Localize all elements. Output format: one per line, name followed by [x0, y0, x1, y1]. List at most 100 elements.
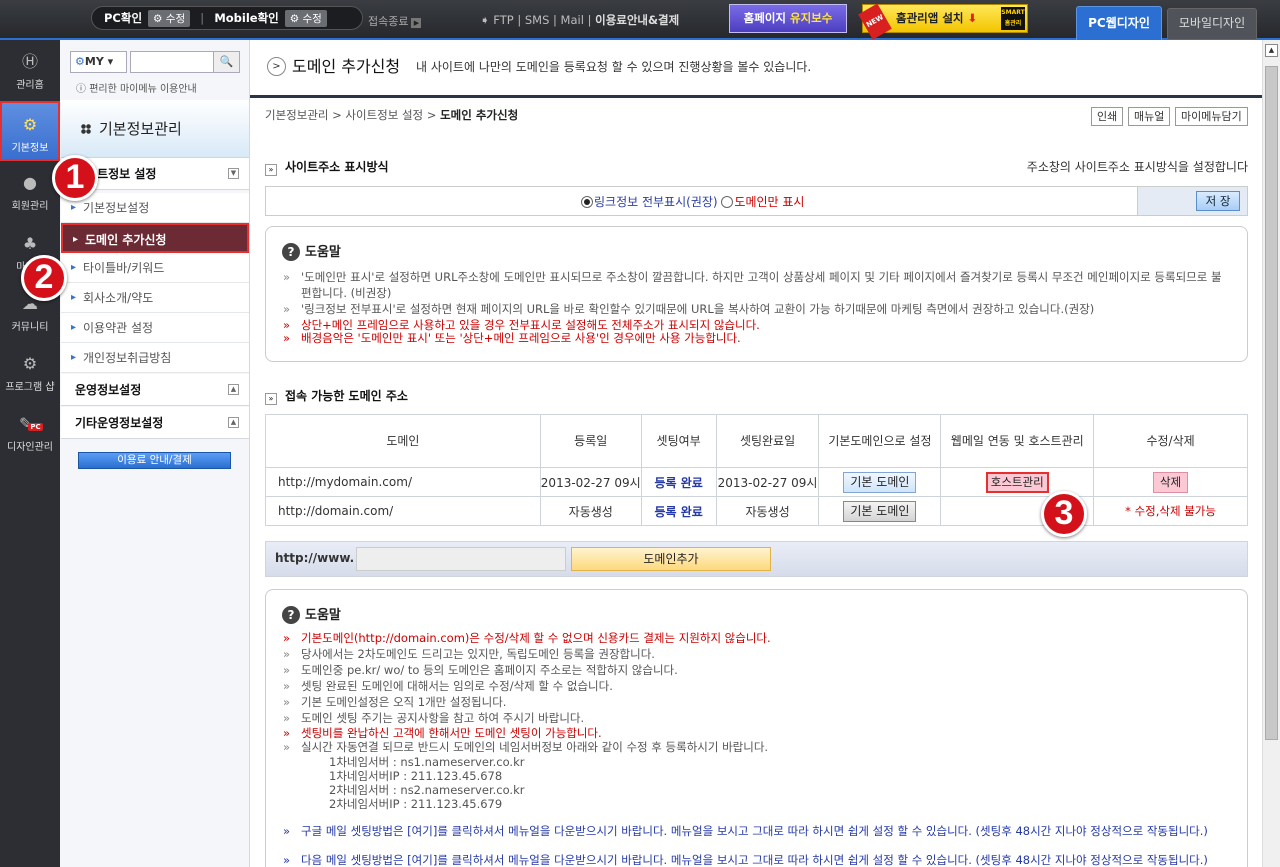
smart-logo: SMART 홈관리: [1001, 7, 1025, 30]
section-label: 접속 가능한 도메인 주소: [285, 389, 408, 403]
submenu-item-privacy[interactable]: 개인정보취급방침: [61, 343, 249, 373]
help-line: » 도메인 셋팅 주기는 공지사항을 참고 하여 주시기 바랍니다.: [283, 710, 1228, 726]
mobile-confirm-link[interactable]: Mobile확인: [214, 10, 278, 26]
my-menu-select[interactable]: ⚙MY ▾: [70, 51, 127, 73]
nav-label: 관리홈: [16, 80, 44, 91]
tab-mobile-design[interactable]: 모바일디자인: [1167, 8, 1257, 39]
my-menu-info[interactable]: ⓘ 편리한 마이메뉴 이용안내: [76, 80, 197, 95]
chevron-up-icon[interactable]: ▲: [228, 384, 239, 395]
set-default-button[interactable]: 기본 도메인: [843, 471, 917, 493]
set-default-button[interactable]: 기본 도메인: [843, 500, 917, 522]
top-links-label[interactable]: FTP | SMS | Mail: [493, 13, 584, 27]
maintenance-label: 홈페이지: [743, 11, 786, 25]
add-domain-button[interactable]: 도메인추가: [571, 547, 771, 571]
pc-edit-button[interactable]: ⚙ 수정: [148, 9, 191, 27]
nav-label: 기본정보: [11, 143, 49, 154]
delete-button[interactable]: 삭제: [1152, 471, 1189, 493]
radio-domain-only[interactable]: [721, 196, 734, 208]
submenu-item-company[interactable]: 회사소개/약도: [61, 283, 249, 313]
group-operation[interactable]: 운영정보설정 ▲: [61, 374, 249, 406]
save-button[interactable]: 저 장: [1196, 191, 1240, 211]
scroll-thumb[interactable]: [1265, 66, 1278, 740]
page-title: 도메인 추가신청: [292, 57, 401, 76]
maintenance-highlight: 유지보수: [790, 11, 833, 25]
mobile-edit-button[interactable]: ⚙ 수정: [284, 9, 327, 27]
done-date-cell: 2013-02-27 09시: [715, 467, 820, 497]
col-done-date: 셋팅완료일: [715, 414, 820, 468]
fee-payment-button[interactable]: 이용료 안내/결제: [78, 452, 231, 469]
pc-badge: PC: [28, 423, 43, 431]
gear-icon: ⚙: [75, 55, 85, 68]
gear-icon: ⚙: [153, 12, 163, 25]
submenu-item-basic[interactable]: 기본정보설정: [61, 193, 249, 223]
search-icon[interactable]: 🔍: [213, 52, 239, 72]
help-text[interactable]: 다음 메일 셋팅방법은 [여기]를 클릭하셔서 메뉴얼을 다운받으시기 바랍니다…: [301, 852, 1228, 867]
no-edit-note: * 수정,삭제 불가능: [1125, 504, 1216, 518]
save-area: 저 장: [1137, 187, 1247, 215]
col-host: 웹메일 연동 및 호스트관리: [940, 414, 1095, 468]
help-text[interactable]: 구글 메일 셋팅방법은 [여기]를 클릭하셔서 메뉴얼을 다운받으시기 바랍니다…: [301, 823, 1228, 839]
bullet-icon: »: [283, 711, 291, 725]
domain-cell: http://mydomain.com/: [265, 467, 541, 497]
col-edit: 수정/삭제: [1093, 414, 1248, 468]
nav-design[interactable]: ✎PC 디자인관리: [0, 402, 60, 462]
help-text: 셋팅 완료된 도메인에 대해서는 임의로 수정/삭제 할 수 없습니다.: [301, 679, 613, 693]
chevron-up-icon[interactable]: ▲: [228, 417, 239, 428]
bullet-icon: »: [283, 331, 291, 345]
help-text: '도메인만 표시'로 설정하면 URL주소창에 도메인만 표시되므로 주소창이 …: [301, 270, 1222, 300]
pc-confirm-link[interactable]: PC확인: [104, 10, 142, 26]
nav-basic-info[interactable]: ⚙ 기본정보: [0, 101, 60, 161]
help-box-display: ? 도움말 » '도메인만 표시'로 설정하면 URL주소창에 도메인만 표시되므로…: [265, 226, 1248, 362]
nav-program-shop[interactable]: ⚙ 프로그램 샵: [0, 342, 60, 402]
scrollbar[interactable]: ▲ ▼: [1262, 40, 1280, 867]
status-cell: 등록 완료: [640, 467, 717, 497]
nav-home[interactable]: Ⓗ 관리홈: [0, 40, 60, 100]
add-mymenu-button[interactable]: 마이메뉴담기: [1175, 107, 1248, 126]
radio-full-link[interactable]: [581, 196, 593, 208]
submenu-item-title[interactable]: 타이틀바/키워드: [61, 253, 249, 283]
host-manage-button[interactable]: 호스트관리: [985, 471, 1049, 493]
help-title-label: 도움말: [305, 608, 341, 623]
display-option-box: 링크정보 전부표시(권장) 도메인만 표시 저 장: [265, 186, 1248, 216]
section-label: 사이트주소 표시방식: [285, 160, 389, 174]
display-note: 주소창의 사이트주소 표시방식을 설정합니다: [1026, 160, 1248, 174]
help-line: » 당사에서는 2차도메인도 드리고는 있지만, 독립도메인 등록을 권장합니다.: [283, 646, 1228, 662]
download-arrow-icon: ⬇: [967, 11, 978, 25]
app-install-label: 홈관리앱 설치: [896, 11, 964, 25]
help-line-daum[interactable]: » 다음 메일 셋팅방법은 [여기]를 클릭하셔서 메뉴얼을 다운받으시기 바랍니…: [283, 852, 1228, 867]
my-search-input[interactable]: 🔍: [130, 51, 240, 73]
table-header-row: 도메인 등록일 셋팅여부 셋팅완료일 기본도메인으로 설정 웹메일 연동 및 호…: [265, 414, 1248, 468]
nav-members[interactable]: ● 회원관리: [0, 161, 60, 221]
radio-domain-only-label[interactable]: 도메인만 표시: [734, 195, 804, 209]
help-line: » 배경음악은 '도메인만 표시' 또는 '상단+메인 프레임으로 사용'인 경우…: [283, 330, 1228, 346]
my-info-label: 편리한 마이메뉴 이용안내: [89, 84, 197, 95]
logout-link[interactable]: 접속종료 ▶: [368, 13, 422, 29]
help-title: ? 도움말: [282, 241, 341, 261]
group-etc[interactable]: 기타운영정보설정 ▲: [61, 407, 249, 439]
section-display-title: » 사이트주소 표시방식: [265, 158, 389, 176]
scroll-up-icon[interactable]: ▲: [1265, 44, 1278, 57]
nameserver-line: 2차네임서버IP : 211.123.45.679: [329, 797, 503, 811]
chevron-down-icon[interactable]: ▼: [228, 168, 239, 179]
top-links[interactable]: ➧ FTP | SMS | Mail | 이용료안내&결제: [480, 12, 679, 28]
fee-link[interactable]: 이용료안내&결제: [595, 13, 679, 27]
domain-input[interactable]: [356, 547, 566, 571]
app-install-button[interactable]: NEW 홈관리앱 설치 ⬇ SMART 홈관리: [858, 3, 1028, 40]
submenu-title: 기본정보관리: [61, 100, 249, 158]
edit-cell: * 수정,삭제 불가능: [1093, 496, 1248, 526]
help-text: 기본도메인(http://domain.com)은 수정/삭제 할 수 없으며 …: [301, 631, 771, 645]
manual-button[interactable]: 매뉴얼: [1128, 107, 1171, 126]
help-title-label: 도움말: [305, 245, 341, 260]
breadcrumb-path: 기본정보관리 > 사이트정보 설정 >: [265, 108, 441, 122]
print-button[interactable]: 인쇄: [1091, 107, 1124, 126]
help-box-domain: ? 도움말 » 기본도메인(http://domain.com)은 수정/삭제 할 …: [265, 589, 1248, 867]
maintenance-button[interactable]: 홈페이지 유지보수: [729, 4, 847, 33]
tab-pc-design[interactable]: PC웹디자인: [1076, 6, 1162, 40]
help-line: » '도메인만 표시'로 설정하면 URL주소창에 도메인만 표시되므로 주소창이…: [283, 269, 1228, 301]
add-domain-bar: http://www. 도메인추가: [265, 541, 1248, 577]
submenu-item-terms[interactable]: 이용약관 설정: [61, 313, 249, 343]
submenu-item-domain[interactable]: 도메인 추가신청: [61, 223, 249, 255]
radio-full-link-label[interactable]: 링크정보 전부표시(권장): [594, 195, 718, 209]
bullet-icon: »: [283, 824, 291, 838]
help-line-google[interactable]: » 구글 메일 셋팅방법은 [여기]를 클릭하셔서 메뉴얼을 다운받으시기 바랍니…: [283, 823, 1228, 839]
